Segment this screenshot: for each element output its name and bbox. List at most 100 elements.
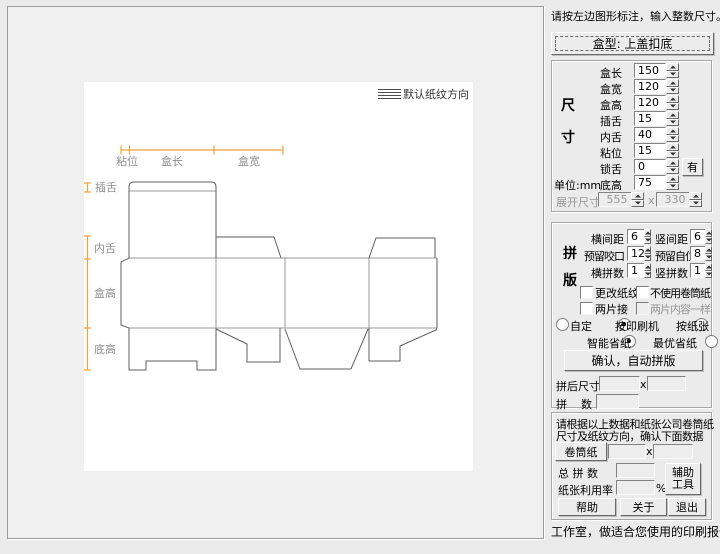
two-piece-checkbox[interactable] bbox=[580, 302, 593, 315]
gripper-spinner[interactable] bbox=[644, 246, 651, 261]
help-button[interactable]: 帮助 bbox=[558, 498, 616, 516]
custom-radio[interactable] bbox=[556, 318, 569, 331]
lock-tongue-input[interactable]: 0 bbox=[634, 159, 666, 174]
total-count-label: 总 拼 数 bbox=[558, 467, 598, 480]
glue-flap-input[interactable]: 15 bbox=[634, 143, 666, 158]
h-count-spinner[interactable] bbox=[644, 263, 651, 278]
dust-flap-input[interactable]: 40 bbox=[634, 127, 666, 142]
v-count-spinner[interactable] bbox=[705, 263, 712, 278]
two-same-checkbox bbox=[636, 302, 649, 315]
bottom-height-spinner[interactable] bbox=[666, 175, 679, 190]
control-sidebar: 请按左边图形标注，输入整数尺寸。 盒型: 上盖扣底 尺 寸 单位:mm 盒长 1… bbox=[548, 0, 720, 554]
lock-toggle-button[interactable]: 有 bbox=[682, 158, 703, 176]
box-width-spinner[interactable] bbox=[666, 79, 679, 94]
confirm-impose-button[interactable]: 确认，自动拼版 bbox=[564, 350, 703, 371]
size-group-title-char1: 尺 bbox=[561, 98, 575, 114]
roll-height-field bbox=[653, 444, 693, 459]
bottom-height-input[interactable]: 75 bbox=[634, 175, 666, 190]
status-bar-text: 工作室，做适合您使用的印刷报价软件 bbox=[551, 525, 720, 539]
result-times-separator: x bbox=[640, 378, 647, 391]
best-save-radio[interactable] bbox=[705, 335, 718, 348]
v-gap-value: 6 bbox=[694, 230, 701, 243]
spin-down-icon[interactable] bbox=[666, 102, 679, 110]
spin-up-icon[interactable] bbox=[705, 263, 712, 271]
tuck-input[interactable]: 15 bbox=[634, 111, 666, 126]
helper-tools-button[interactable]: 辅助 工具 bbox=[665, 463, 701, 495]
spin-down-icon[interactable] bbox=[644, 270, 651, 278]
side-guide-spinner[interactable] bbox=[705, 246, 712, 261]
box-width-input[interactable]: 120 bbox=[634, 79, 666, 94]
spin-down-icon[interactable] bbox=[666, 182, 679, 190]
total-count-field bbox=[616, 463, 655, 478]
dieline-canvas: 默认纸纹方向 粘位 盒长 盒宽 插舌 内舌 盒高 底高 bbox=[84, 82, 473, 471]
lock-tongue-value: 0 bbox=[638, 160, 645, 173]
dim-label-length: 盒长 bbox=[161, 154, 183, 168]
box-length-spinner[interactable] bbox=[666, 63, 679, 78]
dim-label-tuck: 插舌 bbox=[95, 180, 117, 194]
spin-up-icon[interactable] bbox=[705, 229, 712, 237]
about-button[interactable]: 关于 bbox=[620, 498, 667, 516]
spin-up-icon bbox=[689, 192, 702, 200]
spin-up-icon[interactable] bbox=[705, 246, 712, 254]
unfold-width-spinner bbox=[631, 192, 644, 207]
side-guide-value: 8 bbox=[694, 247, 701, 260]
v-count-value: 1 bbox=[694, 264, 701, 277]
dust-flap-spinner[interactable] bbox=[666, 127, 679, 142]
roll-paper-button[interactable]: 卷筒纸 bbox=[555, 442, 607, 461]
no-roll-paper-checkbox[interactable] bbox=[636, 286, 649, 299]
dim-label-glue: 粘位 bbox=[116, 154, 138, 168]
glue-flap-spinner[interactable] bbox=[666, 143, 679, 158]
spin-up-icon[interactable] bbox=[666, 159, 679, 167]
unfold-width-field: 555 bbox=[598, 192, 633, 207]
dim-label-bottom: 底高 bbox=[94, 342, 116, 356]
box-length-input[interactable]: 150 bbox=[634, 63, 666, 78]
box-type-button[interactable]: 盒型: 上盖扣底 bbox=[551, 32, 714, 55]
result-count-field bbox=[596, 394, 639, 409]
size-group-title-char2: 寸 bbox=[561, 130, 575, 146]
bottom-height-label: 底高 bbox=[600, 179, 622, 192]
h-count-label: 横拼数 bbox=[591, 267, 624, 280]
spin-up-icon[interactable] bbox=[666, 175, 679, 183]
spin-down-icon[interactable] bbox=[705, 253, 712, 261]
spin-down-icon[interactable] bbox=[666, 86, 679, 94]
smart-save-radio-label: 智能省纸 bbox=[587, 337, 631, 350]
spin-up-icon[interactable] bbox=[666, 111, 679, 119]
impose-title-char2: 版 bbox=[563, 273, 577, 289]
h-gap-value: 6 bbox=[631, 230, 638, 243]
spin-up-icon[interactable] bbox=[666, 127, 679, 135]
spin-down-icon[interactable] bbox=[644, 236, 651, 244]
change-grain-checkbox[interactable] bbox=[580, 286, 593, 299]
bottom-height-value: 75 bbox=[638, 176, 652, 189]
h-gap-spinner[interactable] bbox=[644, 229, 651, 244]
h-count-value: 1 bbox=[631, 264, 638, 277]
spin-up-icon[interactable] bbox=[644, 246, 651, 254]
spin-up-icon[interactable] bbox=[666, 79, 679, 87]
paper-group: 请根据以上数据和纸张公司卷筒纸 尺寸及纸纹方向，确认下面数据 卷筒纸 x 总 拼… bbox=[551, 412, 714, 520]
two-piece-label: 两片接 bbox=[595, 303, 628, 316]
spin-up-icon[interactable] bbox=[666, 63, 679, 71]
spin-up-icon[interactable] bbox=[666, 95, 679, 103]
spin-up-icon[interactable] bbox=[666, 143, 679, 151]
spin-down-icon[interactable] bbox=[644, 253, 651, 261]
spin-down-icon[interactable] bbox=[666, 134, 679, 142]
spin-up-icon[interactable] bbox=[644, 263, 651, 271]
help-button-label: 帮助 bbox=[576, 501, 598, 514]
box-height-spinner[interactable] bbox=[666, 95, 679, 110]
spin-down-icon[interactable] bbox=[666, 70, 679, 78]
spin-down-icon[interactable] bbox=[666, 118, 679, 126]
spin-down-icon[interactable] bbox=[666, 166, 679, 174]
lock-tongue-spinner[interactable] bbox=[666, 159, 679, 174]
result-width-field bbox=[599, 376, 640, 391]
spin-down-icon[interactable] bbox=[705, 236, 712, 244]
box-length-value: 150 bbox=[638, 64, 659, 77]
exit-button-label: 退出 bbox=[676, 501, 698, 514]
box-height-input[interactable]: 120 bbox=[634, 95, 666, 110]
spin-up-icon[interactable] bbox=[644, 229, 651, 237]
gripper-label: 预留咬口 bbox=[584, 250, 625, 263]
tuck-spinner[interactable] bbox=[666, 111, 679, 126]
spin-down-icon[interactable] bbox=[666, 150, 679, 158]
v-gap-spinner[interactable] bbox=[705, 229, 712, 244]
change-grain-label: 更改纸纹 bbox=[595, 287, 639, 300]
exit-button[interactable]: 退出 bbox=[668, 498, 706, 516]
spin-down-icon[interactable] bbox=[705, 270, 712, 278]
